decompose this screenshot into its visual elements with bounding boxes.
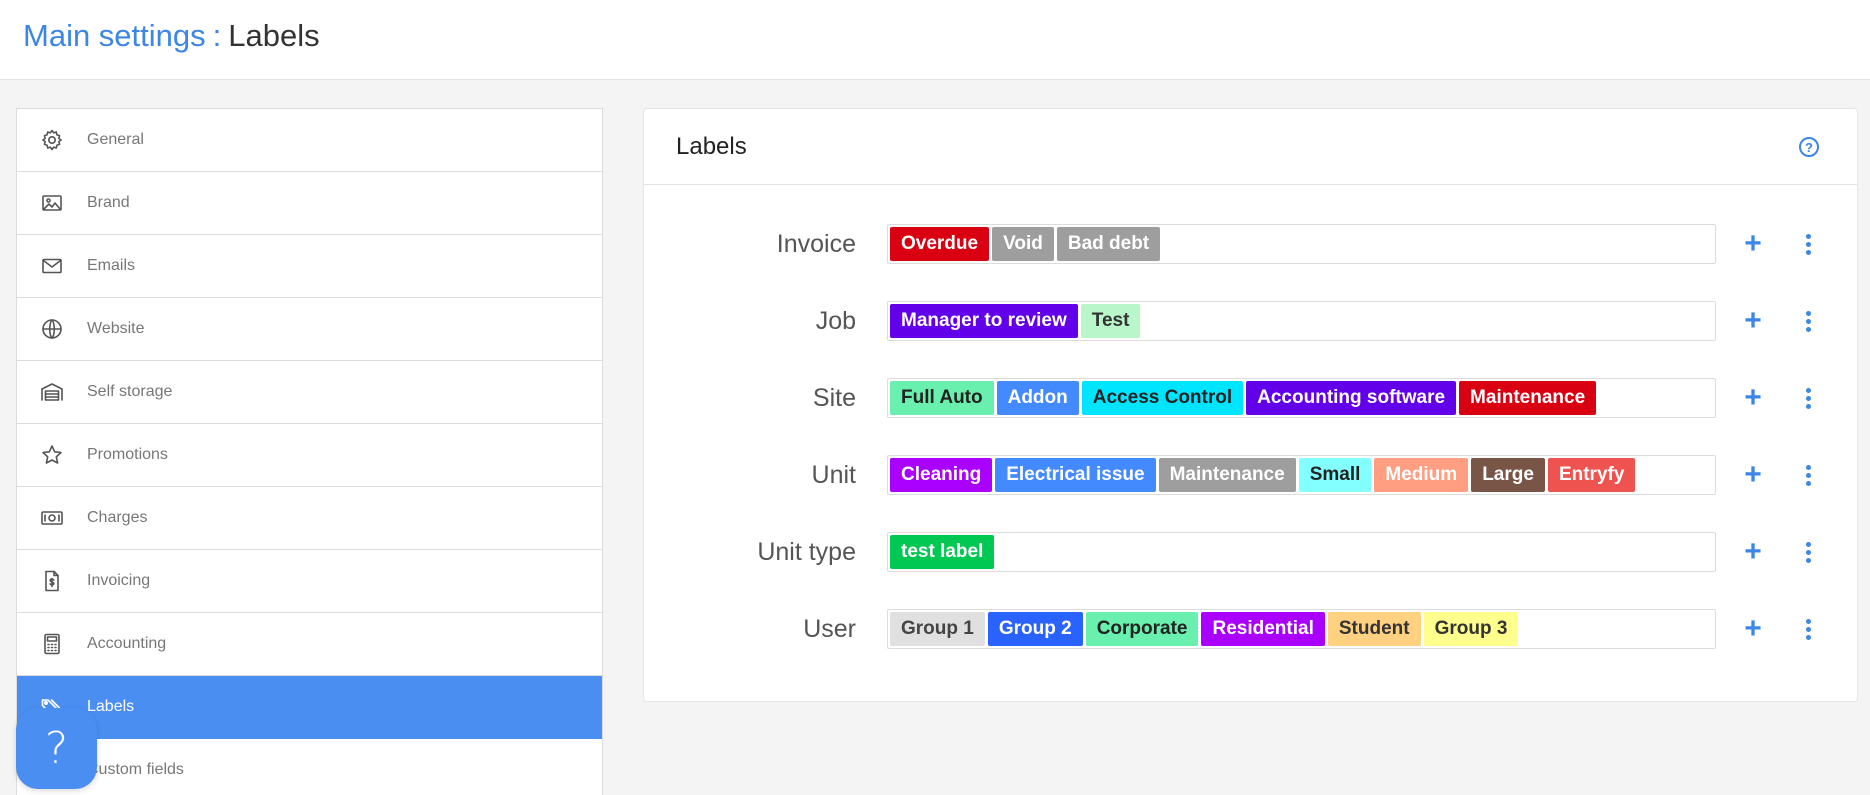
breadcrumb-main-settings-link[interactable]: Main settings <box>23 18 206 53</box>
help-circle-icon[interactable]: ? <box>1799 137 1819 157</box>
label-tag[interactable]: Manager to review <box>890 304 1078 338</box>
card-header: Labels ? <box>644 109 1857 185</box>
sidebar-item-label: Website <box>87 320 145 337</box>
label-tag[interactable]: Small <box>1298 458 1372 492</box>
sidebar-item-label: General <box>87 131 144 148</box>
label-tag-input[interactable]: Full Auto Addon Access Control Accounting s… <box>887 378 1716 418</box>
sidebar-item-label: Charges <box>87 509 148 526</box>
label-tag[interactable]: Student <box>1327 612 1421 646</box>
more-options-icon[interactable] <box>1792 536 1824 568</box>
label-row-invoice: Invoice Overdue Void Bad debt + <box>644 224 1857 264</box>
sidebar-item-invoicing[interactable]: Invoicing <box>17 550 602 613</box>
sidebar-item-label: Invoicing <box>87 572 151 589</box>
label-tag[interactable]: Bad debt <box>1056 227 1161 261</box>
labels-card: Labels ? Invoice Overdue Void Bad debt + Job M… <box>643 108 1858 702</box>
banknote-icon <box>39 505 65 531</box>
label-tag[interactable]: Group 1 <box>890 612 985 646</box>
sidebar-item-brand[interactable]: Brand <box>17 172 602 235</box>
star-icon <box>39 442 65 468</box>
more-options-icon[interactable] <box>1792 459 1824 491</box>
label-row-site: Site Full Auto Addon Access Control Accounti… <box>644 378 1857 418</box>
help-button[interactable]: ? <box>16 708 97 789</box>
invoice-icon <box>39 568 65 594</box>
label-tag[interactable]: Electrical issue <box>995 458 1156 492</box>
sidebar-item-labels[interactable]: Labels <box>17 676 602 739</box>
label-row-user: User Group 1 Group 2 Corporate Residential St… <box>644 609 1857 649</box>
sidebar-item-general[interactable]: General <box>17 109 602 172</box>
sidebar-item-self-storage[interactable]: Self storage <box>17 361 602 424</box>
sidebar-item-promotions[interactable]: Promotions <box>17 424 602 487</box>
label-tag[interactable]: test label <box>890 535 995 569</box>
top-bar: Main settings: Labels <box>0 0 1870 80</box>
sidebar-item-label: Emails <box>87 257 136 274</box>
label-tag[interactable]: Entryfy <box>1547 458 1636 492</box>
gear-icon <box>39 127 65 153</box>
add-label-button[interactable]: + <box>1737 382 1769 414</box>
label-row-name: Site <box>812 384 856 412</box>
envelope-icon <box>39 253 65 279</box>
label-tag[interactable]: Full Auto <box>890 381 994 415</box>
label-tag[interactable]: Overdue <box>890 227 990 261</box>
sidebar-item-website[interactable]: Website <box>17 298 602 361</box>
sidebar-item-charges[interactable]: Charges <box>17 487 602 550</box>
garage-icon <box>39 379 65 405</box>
label-tag[interactable]: Group 2 <box>987 612 1083 646</box>
sidebar-item-emails[interactable]: Emails <box>17 235 602 298</box>
more-options-icon[interactable] <box>1792 613 1824 645</box>
label-tag[interactable]: Addon <box>996 381 1079 415</box>
label-tag[interactable]: Maintenance <box>1459 381 1597 415</box>
label-tag[interactable]: Test <box>1080 304 1141 338</box>
sidebar-item-label: Promotions <box>87 446 168 463</box>
label-tag[interactable]: Cleaning <box>890 458 993 492</box>
question-icon: ? <box>44 722 69 774</box>
more-options-icon[interactable] <box>1792 228 1824 260</box>
sidebar-item-label: Accounting <box>87 635 167 652</box>
label-row-name: Unit type <box>757 538 856 566</box>
add-label-button[interactable]: + <box>1737 613 1769 645</box>
breadcrumb-current: Labels <box>228 18 320 53</box>
label-tag[interactable]: Residential <box>1201 612 1325 646</box>
label-tag-input[interactable]: Overdue Void Bad debt <box>887 224 1716 264</box>
label-tag[interactable]: Accounting software <box>1246 381 1457 415</box>
breadcrumb: Main settings: Labels <box>23 17 320 55</box>
label-tag-input[interactable]: test label <box>887 532 1716 572</box>
label-row-unit-type: Unit type test label + <box>644 532 1857 572</box>
sidebar-item-accounting[interactable]: Accounting <box>17 613 602 676</box>
label-row-name: Unit <box>811 461 856 489</box>
label-tag[interactable]: Group 3 <box>1423 612 1519 646</box>
label-row-name: Invoice <box>776 230 856 258</box>
label-row-job: Job Manager to review Test + <box>644 301 1857 341</box>
more-options-icon[interactable] <box>1792 382 1824 414</box>
label-row-unit: Unit Cleaning Electrical issue Maintenance S… <box>644 455 1857 495</box>
calculator-icon <box>39 631 65 657</box>
settings-sidebar: General Brand Emails Website Self storage Pro… <box>16 108 603 795</box>
label-tag-input[interactable]: Cleaning Electrical issue Maintenance Small… <box>887 455 1716 495</box>
sidebar-item-label: Brand <box>87 194 130 211</box>
label-tag[interactable]: Medium <box>1374 458 1469 492</box>
label-tag-input[interactable]: Manager to review Test <box>887 301 1716 341</box>
label-tag[interactable]: Void <box>992 227 1054 261</box>
sidebar-item-label: Custom fields <box>87 761 184 778</box>
label-row-name: User <box>803 615 856 643</box>
label-tag[interactable]: Access Control <box>1081 381 1244 415</box>
label-tag-input[interactable]: Group 1 Group 2 Corporate Residential Studen… <box>887 609 1716 649</box>
add-label-button[interactable]: + <box>1737 305 1769 337</box>
breadcrumb-separator: : <box>212 18 222 53</box>
label-row-name: Job <box>815 307 856 335</box>
more-options-icon[interactable] <box>1792 305 1824 337</box>
sidebar-item-label: Labels <box>87 698 135 715</box>
label-tag[interactable]: Maintenance <box>1158 458 1296 492</box>
label-tag[interactable]: Large <box>1471 458 1545 492</box>
sidebar-item-custom-fields[interactable]: Custom fields <box>17 739 602 795</box>
label-tag[interactable]: Corporate <box>1085 612 1199 646</box>
add-label-button[interactable]: + <box>1737 536 1769 568</box>
image-icon <box>39 190 65 216</box>
add-label-button[interactable]: + <box>1737 459 1769 491</box>
sidebar-item-label: Self storage <box>87 383 173 400</box>
add-label-button[interactable]: + <box>1737 228 1769 260</box>
globe-icon <box>39 316 65 342</box>
card-title: Labels <box>676 133 747 160</box>
